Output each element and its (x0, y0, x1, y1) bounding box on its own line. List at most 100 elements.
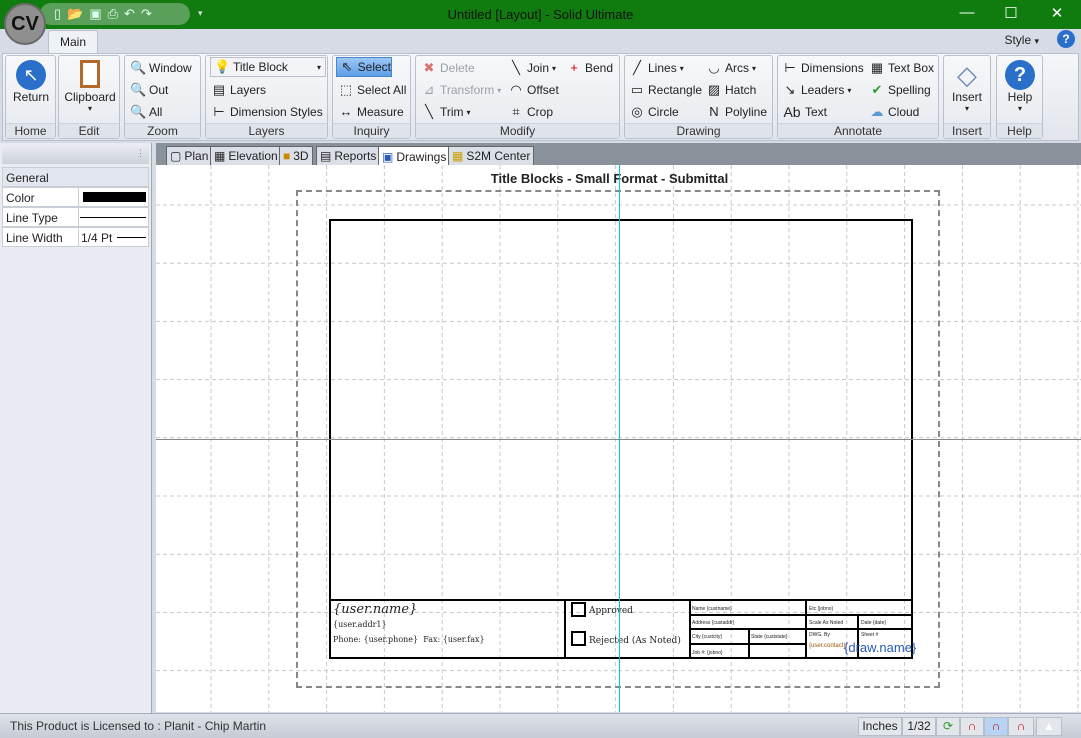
cust-city-field: City {custcity} (692, 634, 723, 640)
user-name-field: {user.name} (333, 602, 418, 617)
property-line-width[interactable]: Line Width 1/4 Pt (2, 227, 149, 247)
clipboard-icon (80, 60, 100, 88)
zoom-all-icon: 🔍 (130, 104, 147, 119)
units-display[interactable]: Inches (858, 717, 902, 736)
style-dropdown[interactable]: Style ▾ (1004, 33, 1039, 47)
bend-icon: + (570, 60, 578, 75)
zoom-out-icon: 🔍 (130, 82, 147, 97)
lightbulb-icon: 💡 (214, 59, 231, 74)
elevation-icon: ▦ (214, 149, 226, 163)
grid-snap-magnet-icon[interactable]: ∩ (984, 717, 1008, 736)
app-logo[interactable]: CV (4, 3, 46, 45)
insert-button[interactable]: ◇ Insert ▾ (945, 60, 989, 113)
minimize-icon[interactable]: — (947, 4, 987, 21)
lines-button[interactable]: ╱ Lines ▾ (629, 60, 684, 76)
zoom-out-button[interactable]: 🔍 Out (130, 82, 168, 98)
group-label: Layers (206, 123, 327, 138)
tab-reports[interactable]: ▤ Reports (316, 146, 381, 165)
offset-icon: ◠ (510, 82, 522, 97)
leaders-button[interactable]: ↘ Leaders ▾ (782, 82, 852, 98)
plan-icon: ▢ (170, 149, 182, 163)
grip-icon[interactable]: ⋮ (136, 148, 145, 159)
snap-magnet-icon[interactable]: ∩ (960, 717, 984, 736)
refresh-ruler-icon[interactable]: ⟳ (936, 717, 960, 736)
zoom-window-button[interactable]: 🔍 Window (130, 60, 192, 76)
group-label: Inquiry (333, 123, 410, 138)
cursor-icon: ⇖ (341, 59, 353, 74)
text-icon: Ab (783, 104, 801, 120)
delete-button[interactable]: ✖ Delete (421, 60, 475, 76)
group-annotate: ⊢ Dimensions ↘ Leaders ▾ Ab Text ▦ Text Box … (777, 55, 939, 139)
return-button[interactable]: ↖ Return (8, 60, 54, 104)
precision-display[interactable]: 1/32 (902, 717, 936, 736)
section-general[interactable]: General (2, 167, 149, 187)
maximize-icon[interactable]: ☐ (991, 4, 1031, 22)
approved-label: Approved (589, 606, 633, 616)
drawing-name-field: {draw.name} (844, 640, 917, 655)
circle-icon: ◎ (631, 104, 643, 119)
group-label: Modify (416, 123, 619, 138)
close-icon[interactable]: ✕ (1037, 4, 1077, 22)
bend-button[interactable]: + Bend (566, 60, 613, 75)
select-all-button[interactable]: ⬚ Select All (338, 82, 407, 98)
join-button[interactable]: ╲ Join ▾ (508, 60, 556, 76)
color-swatch (83, 192, 146, 202)
title-block[interactable]: {user.name} {user.addr1} Phone: {user.ph… (329, 599, 917, 659)
polyline-button[interactable]: N Polyline (706, 104, 767, 119)
approved-checkbox[interactable] (571, 602, 586, 617)
delete-icon: ✖ (423, 60, 435, 75)
property-color[interactable]: Color (2, 187, 149, 207)
status-bar: This Product is Licensed to : Planit - C… (0, 713, 1081, 738)
ribbon-tab-row (0, 29, 1081, 53)
drawing-canvas[interactable]: Title Blocks - Small Format - Submittal … (156, 165, 1081, 712)
property-line-type[interactable]: Line Type (2, 207, 149, 227)
transform-button[interactable]: ⊿ Transform ▾ (421, 82, 502, 98)
circle-button[interactable]: ◎ Circle (629, 104, 678, 120)
help-icon[interactable]: ? (1057, 30, 1075, 48)
arcs-button[interactable]: ◡ Arcs ▾ (706, 60, 756, 76)
text-box-button[interactable]: ▦ Text Box (869, 60, 934, 76)
cust-name-field: Name {custname} (692, 606, 732, 612)
tab-main[interactable]: Main (48, 30, 98, 54)
triangle-icon[interactable]: ▲ (1036, 717, 1062, 736)
offset-button[interactable]: ◠ Offset (508, 82, 558, 98)
s2m-icon: ▦ (452, 149, 464, 163)
group-label: Drawing (625, 123, 772, 138)
tab-3d[interactable]: ■ 3D (279, 146, 313, 165)
text-button[interactable]: Ab Text (782, 104, 827, 120)
properties-panel: ⋮ General Color Line Type Line Width 1/4 … (0, 143, 152, 713)
group-modify: ✖ Delete ⊿ Transform ▾ ╲ Trim ▾ ╲ Join ▾ ◠ Of… (415, 55, 620, 139)
rejected-checkbox[interactable] (571, 631, 586, 646)
zoom-all-button[interactable]: 🔍 All (130, 104, 162, 120)
group-label: Edit (59, 123, 119, 138)
drawings-icon: ▣ (382, 149, 394, 164)
window-title: Untitled [Layout] - Solid Ultimate (447, 7, 634, 22)
tab-plan[interactable]: ▢ Plan (166, 146, 213, 165)
select-button[interactable]: ⇖ Select (336, 57, 392, 77)
measure-icon: ↔ (339, 104, 353, 119)
tab-elevation[interactable]: ▦ Elevation (210, 146, 282, 165)
measure-button[interactable]: ↔ Measure (338, 104, 404, 119)
transform-icon: ⊿ (423, 82, 435, 97)
dimension-styles-button[interactable]: ⊢ Dimension Styles (211, 104, 322, 120)
cloud-button[interactable]: ☁ Cloud (869, 104, 920, 120)
group-layers: 💡 Title Block ▾ ▤ Layers ⊢ Dimension Styles … (205, 55, 328, 139)
sheet-number-field: Sheet # (861, 632, 879, 638)
layers-button[interactable]: ▤ Layers (211, 82, 266, 98)
etc-field: Etc {jobno} (809, 606, 834, 612)
tab-s2m-center[interactable]: ▦ S2M Center (448, 146, 535, 165)
rejected-label: Rejected (As Noted) (589, 636, 681, 646)
rectangle-button[interactable]: ▭ Rectangle (629, 82, 702, 98)
clipboard-button[interactable]: Clipboard ▾ (61, 60, 119, 113)
spelling-button[interactable]: ✔ Spelling (869, 82, 931, 98)
hatch-button[interactable]: ▨ Hatch (706, 82, 757, 98)
layer-select-dropdown[interactable]: 💡 Title Block ▾ (210, 57, 326, 77)
style-label: Style (1004, 33, 1032, 47)
object-snap-magnet-icon[interactable]: ∩ (1008, 717, 1034, 736)
dimensions-button[interactable]: ⊢ Dimensions (782, 60, 863, 76)
tab-drawings[interactable]: ▣ Drawings (378, 146, 451, 166)
trim-button[interactable]: ╲ Trim ▾ (421, 104, 470, 120)
help-button[interactable]: ? Help ▾ (998, 60, 1042, 113)
crop-button[interactable]: ⌗ Crop (508, 104, 553, 120)
date-field: Date {date} (861, 620, 887, 626)
